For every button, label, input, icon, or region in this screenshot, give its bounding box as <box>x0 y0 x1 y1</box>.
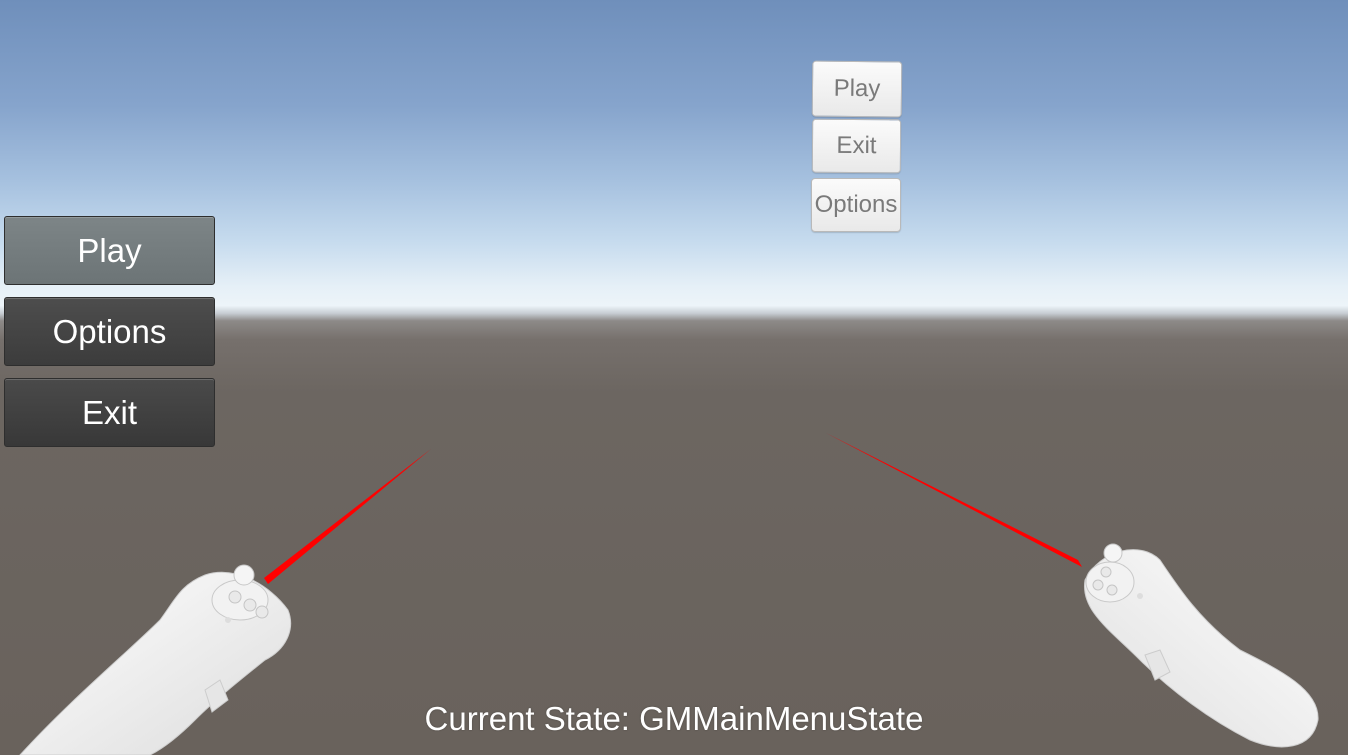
world-play-label: Play <box>833 74 881 103</box>
world-play-button[interactable]: Play <box>811 60 903 118</box>
screen-play-button[interactable]: Play <box>4 216 215 285</box>
screen-exit-label: Exit <box>81 393 137 431</box>
right-laser-beam <box>826 433 1082 567</box>
world-options-button[interactable]: Options <box>811 178 901 232</box>
world-options-label: Options <box>814 191 898 218</box>
game-viewport: Play Options Exit Play Exit Options Curr… <box>0 0 1348 755</box>
screen-exit-button[interactable]: Exit <box>4 378 215 447</box>
screen-options-label: Options <box>52 312 167 350</box>
screen-play-label: Play <box>77 231 142 269</box>
screen-options-button[interactable]: Options <box>4 297 215 366</box>
world-exit-label: Exit <box>836 131 877 160</box>
current-state-text: Current State: GMMainMenuState <box>424 700 924 737</box>
left-laser-beam <box>264 449 431 584</box>
world-exit-button[interactable]: Exit <box>811 118 902 174</box>
